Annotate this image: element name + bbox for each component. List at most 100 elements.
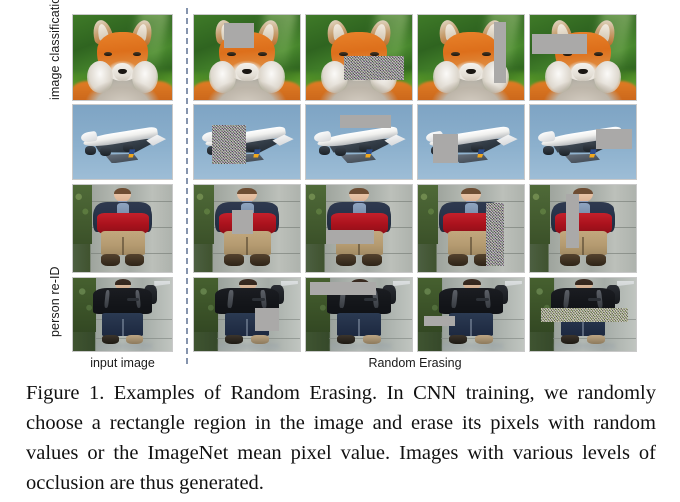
person-shoe-left <box>560 334 579 345</box>
scene-person-black-jacket <box>73 278 172 351</box>
person-shoe-left <box>336 334 355 345</box>
erasing-rect-random-noise <box>485 203 504 266</box>
fox-eye-right <box>258 51 268 57</box>
person-shoe-right <box>475 334 494 345</box>
erasing-rect-mean-gray <box>432 133 459 164</box>
cell-row4-col5-erased <box>529 277 637 352</box>
airplane-engine <box>334 147 347 157</box>
cell-row1-col5-erased <box>529 14 637 101</box>
person-shoe-right <box>126 334 144 345</box>
trouser-leg-gap <box>358 318 361 337</box>
erasing-rect-mean-gray <box>255 307 279 332</box>
erasing-rect-mean-gray <box>326 230 374 245</box>
hedge-background <box>418 185 439 245</box>
person-shoe-left <box>335 253 356 266</box>
trouser-leg-gap <box>246 237 249 255</box>
jacket-pocket <box>476 298 490 302</box>
trouser-leg-gap <box>122 237 124 255</box>
hedge-background <box>73 185 92 245</box>
cell-row2-col2-erased <box>193 104 301 180</box>
scene-fox <box>418 15 524 100</box>
person-shoe-left <box>101 334 119 345</box>
cell-row4-col2-erased <box>193 277 301 352</box>
erasing-rect-mean-gray <box>595 129 632 149</box>
wet-ground-reflection <box>555 343 615 351</box>
figure-caption: Figure 1. Examples of Random Erasing. In… <box>26 382 656 494</box>
person-shoe-left <box>559 253 580 266</box>
trouser-leg-gap <box>470 318 473 337</box>
column-label-random-erasing: Random Erasing <box>368 356 462 370</box>
erasing-rect-mean-gray <box>532 33 588 55</box>
wet-ground-reflection <box>219 343 279 351</box>
person-shoe-right <box>587 334 606 345</box>
cell-row1-col4-erased <box>417 14 525 101</box>
erasing-rect-random-noise <box>212 124 246 165</box>
scene-airplane <box>73 105 172 179</box>
scene-airplane <box>194 105 300 179</box>
jacket-pocket <box>252 298 266 302</box>
scene-fox <box>530 15 636 100</box>
airplane-engine <box>99 147 111 157</box>
person-shoe-right <box>586 253 607 266</box>
column-label-input-image: input image <box>90 356 155 370</box>
wet-ground-reflection <box>331 343 391 351</box>
fox-chest-ruff <box>540 72 626 100</box>
cell-row3-col2-erased <box>193 184 301 273</box>
erasing-rect-mean-gray <box>494 21 506 83</box>
hedge-background <box>530 185 551 245</box>
erasing-rect-mean-gray <box>424 315 456 327</box>
fox-chest-ruff <box>204 72 290 100</box>
jacket-pocket <box>127 298 140 302</box>
scene-person-black-jacket <box>194 278 300 351</box>
wet-ground-reflection <box>96 343 153 351</box>
fox-eye-left <box>450 51 460 57</box>
jacket-pocket <box>364 298 378 302</box>
trouser-leg-gap <box>122 318 124 337</box>
trouser-leg-gap <box>470 237 473 255</box>
erasing-rect-mean-gray <box>339 114 391 128</box>
person-black-jacket <box>439 288 503 315</box>
cell-row4-col3-erased <box>305 277 413 352</box>
cell-row3-col5-erased <box>529 184 637 273</box>
cell-row4-col1-input <box>72 277 173 352</box>
person-black-jacket <box>92 288 153 315</box>
erasing-rect-mean-gray <box>223 22 255 49</box>
scene-person-red-jacket <box>530 185 636 272</box>
row-group-label-person-reid: person re-ID <box>48 266 62 337</box>
erasing-rect-mean-gray <box>310 282 376 295</box>
trouser-leg-gap <box>582 237 585 255</box>
scene-person-red-jacket <box>306 185 412 272</box>
cell-row2-col3-erased <box>305 104 413 180</box>
airplane-engine <box>318 145 331 155</box>
cell-row3-col1-input <box>72 184 173 273</box>
erasing-rect-random-noise <box>540 307 628 322</box>
cell-row3-col3-erased <box>305 184 413 273</box>
cell-row2-col5-erased <box>529 104 637 180</box>
scene-person-red-jacket <box>418 185 524 272</box>
airplane-engine <box>542 145 555 155</box>
figure-panel: image classification person re-ID input … <box>0 0 680 372</box>
jacket-pocket <box>588 298 602 302</box>
cell-row1-col1-input <box>72 14 173 101</box>
fox-chest-ruff <box>82 72 163 100</box>
cell-row1-col3-erased <box>305 14 413 101</box>
cell-row4-col4-erased <box>417 277 525 352</box>
scene-person-red-jacket <box>73 185 172 272</box>
scene-fox <box>73 15 172 100</box>
erasing-rect-mean-gray <box>232 210 254 234</box>
person-shoe-left <box>100 253 120 266</box>
airplane-engine <box>558 147 571 157</box>
cell-row2-col4-erased <box>417 104 525 180</box>
row-group-label-image-classification: image classification <box>48 0 62 100</box>
cell-row2-col1-input <box>72 104 173 180</box>
person-shoe-right <box>125 253 145 266</box>
trouser-leg-gap <box>246 318 249 337</box>
wet-ground-reflection <box>443 343 503 351</box>
scene-person-black-jacket <box>418 278 524 351</box>
person-shoe-right <box>362 253 383 266</box>
fox-eye-left <box>226 51 236 57</box>
erasing-rect-mean-gray <box>566 193 579 248</box>
person-shoe-left <box>224 334 243 345</box>
dashed-vertical-separator <box>186 8 188 364</box>
hedge-background <box>194 185 215 245</box>
